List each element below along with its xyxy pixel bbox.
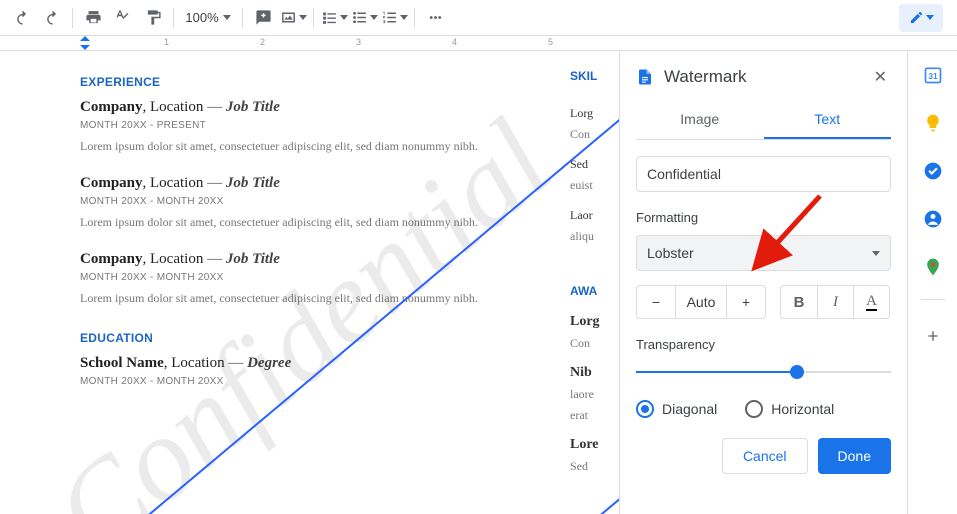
section-head-education: EDUCATION xyxy=(80,331,524,345)
size-increase-button[interactable]: + xyxy=(727,286,765,318)
spellcheck-button[interactable] xyxy=(109,4,137,32)
maps-icon[interactable] xyxy=(923,257,943,277)
rail-divider xyxy=(921,299,945,300)
first-line-indent[interactable] xyxy=(80,36,90,41)
font-select-value: Lobster xyxy=(647,245,694,261)
numbered-list-button[interactable] xyxy=(380,4,408,32)
docs-icon xyxy=(636,66,654,88)
watermark-text-input[interactable] xyxy=(636,156,891,192)
orientation-diagonal[interactable]: Diagonal xyxy=(636,400,717,418)
ruler[interactable]: 1 2 3 4 5 xyxy=(0,36,957,51)
left-indent[interactable] xyxy=(80,45,90,50)
paint-format-button[interactable] xyxy=(139,4,167,32)
slider-thumb[interactable] xyxy=(790,365,804,379)
checklist-button[interactable] xyxy=(320,4,348,32)
orientation-horizontal[interactable]: Horizontal xyxy=(745,400,834,418)
section-head-experience: EXPERIENCE xyxy=(80,75,524,89)
chevron-down-icon xyxy=(872,251,880,256)
contacts-icon[interactable] xyxy=(923,209,943,229)
tasks-icon[interactable] xyxy=(923,161,943,181)
watermark-panel: Watermark ✕ Image Text Formatting Lobste… xyxy=(619,51,907,514)
keep-icon[interactable] xyxy=(923,113,943,133)
font-size-stepper: − Auto + xyxy=(636,285,766,319)
svg-text:31: 31 xyxy=(928,71,938,81)
bulleted-list-button[interactable] xyxy=(350,4,378,32)
tab-image[interactable]: Image xyxy=(636,103,764,139)
resume-entry[interactable]: School Name, Location — Degree MONTH 20X… xyxy=(80,355,524,387)
size-value[interactable]: Auto xyxy=(675,286,727,318)
cancel-button[interactable]: Cancel xyxy=(722,438,808,474)
side-rail: 31 xyxy=(907,51,957,514)
print-button[interactable] xyxy=(79,4,107,32)
image-insert-button[interactable] xyxy=(279,4,307,32)
undo-button[interactable] xyxy=(8,4,36,32)
font-select[interactable]: Lobster xyxy=(636,235,891,271)
formatting-label: Formatting xyxy=(636,210,891,225)
resume-entry[interactable]: Company, Location — Job Title MONTH 20XX… xyxy=(80,99,524,155)
add-on-icon[interactable] xyxy=(925,328,941,344)
resume-entry[interactable]: Company, Location — Job Title MONTH 20XX… xyxy=(80,251,524,307)
editing-mode-button[interactable] xyxy=(899,4,943,32)
done-button[interactable]: Done xyxy=(818,438,891,474)
add-comment-button[interactable] xyxy=(249,4,277,32)
more-button[interactable] xyxy=(421,4,449,32)
panel-title: Watermark xyxy=(664,67,860,87)
calendar-icon[interactable]: 31 xyxy=(923,65,943,85)
radio-icon xyxy=(636,400,654,418)
bold-button[interactable]: B xyxy=(781,286,817,318)
text-style-group: B I A xyxy=(780,285,890,319)
size-decrease-button[interactable]: − xyxy=(637,286,675,318)
italic-button[interactable]: I xyxy=(817,286,853,318)
watermark-tabs: Image Text xyxy=(636,103,891,140)
transparency-label: Transparency xyxy=(636,337,891,352)
radio-icon xyxy=(745,400,763,418)
close-icon[interactable]: ✕ xyxy=(870,63,891,91)
resume-entry[interactable]: Company, Location — Job Title MONTH 20XX… xyxy=(80,175,524,231)
document-page[interactable]: Confidential EXPERIENCE Company, Locatio… xyxy=(16,51,588,514)
toolbar: 100% xyxy=(0,0,957,36)
tab-text[interactable]: Text xyxy=(764,103,892,139)
redo-button[interactable] xyxy=(38,4,66,32)
document-canvas[interactable]: Confidential EXPERIENCE Company, Locatio… xyxy=(0,51,619,514)
clipped-right-column: SKIL Lorg Con Sed euist Laor aliqu AWA L… xyxy=(570,69,600,478)
text-color-button[interactable]: A xyxy=(853,286,889,318)
zoom-select[interactable]: 100% xyxy=(180,10,236,25)
transparency-slider[interactable] xyxy=(636,362,891,382)
